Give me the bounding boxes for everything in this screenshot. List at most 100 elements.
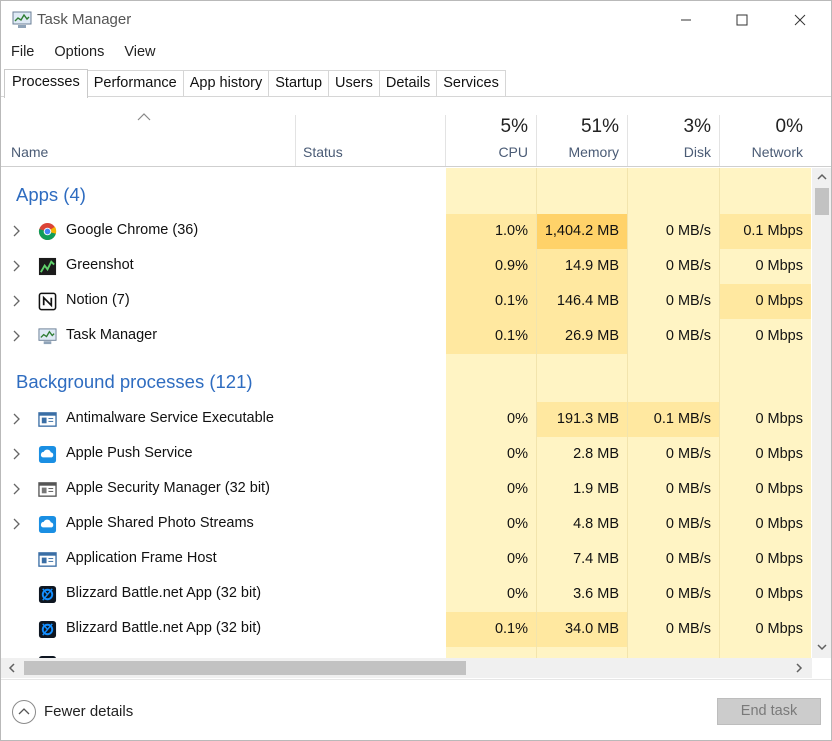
header-network-label: Network — [751, 144, 803, 160]
vertical-scroll-thumb[interactable] — [815, 188, 829, 215]
horizontal-scrollbar[interactable] — [1, 658, 812, 678]
greenshot-icon — [38, 257, 57, 276]
chevron-right-icon[interactable] — [12, 413, 20, 425]
memory-value: 1.9 MB — [573, 481, 619, 497]
memory-value: 146.4 MB — [537, 284, 627, 319]
header-cpu[interactable]: 5% CPU — [446, 97, 536, 166]
horizontal-scroll-thumb[interactable] — [24, 661, 466, 675]
tab-details[interactable]: Details — [379, 70, 438, 97]
cpu-value: 1.0% — [446, 214, 536, 249]
cpu-value: 0.1% — [446, 284, 536, 319]
header-status[interactable]: Status — [303, 144, 343, 160]
network-value: 0 Mbps — [755, 258, 803, 274]
table-row[interactable]: Notion (7) 0.1% 146.4 MB 0 MB/s 0 Mbps — [1, 284, 811, 319]
disk-value: 0 MB/s — [665, 586, 711, 602]
task-manager-icon — [38, 328, 57, 345]
fewer-details-link[interactable]: Fewer details — [44, 703, 133, 720]
fewer-details-icon[interactable] — [12, 700, 36, 724]
battlenet-icon — [38, 620, 57, 639]
group-apps[interactable]: Apps (4) — [16, 184, 86, 206]
chevron-right-icon[interactable] — [12, 295, 20, 307]
process-name: Task Manager — [66, 327, 158, 343]
chevron-right-icon[interactable] — [12, 260, 20, 272]
vertical-scrollbar[interactable] — [812, 168, 831, 658]
minimize-icon — [681, 19, 691, 21]
menu-file[interactable]: File — [1, 41, 44, 63]
scroll-down-icon[interactable] — [817, 644, 827, 651]
table-row[interactable]: Greenshot 0.9% 14.9 MB 0 MB/s 0 Mbps — [1, 249, 811, 284]
cpu-value: 0.1% — [446, 612, 536, 647]
disk-total-percent: 3% — [683, 116, 711, 137]
cpu-value: 0% — [507, 446, 528, 462]
disk-value: 0 MB/s — [665, 481, 711, 497]
window-app-icon — [38, 552, 57, 567]
cpu-value: 0.9% — [446, 249, 536, 284]
window-title: Task Manager — [37, 11, 132, 28]
menu-options[interactable]: Options — [44, 41, 114, 63]
table-row[interactable]: Google Chrome (36) 1.0% 1,404.2 MB 0 MB/… — [1, 214, 811, 249]
header-disk[interactable]: 3% Disk — [628, 97, 719, 166]
header-name[interactable]: Name — [11, 144, 48, 160]
title-bar: Task Manager — [1, 1, 831, 39]
table-row[interactable]: Application Frame Host 0% 7.4 MB 0 MB/s … — [1, 542, 811, 577]
apple-service-icon — [38, 445, 57, 464]
chevron-right-icon[interactable] — [12, 225, 20, 237]
chevron-right-icon[interactable] — [12, 483, 20, 495]
header-memory[interactable]: 51% Memory — [537, 97, 627, 166]
disk-value: 0 MB/s — [665, 258, 711, 274]
maximize-icon — [736, 14, 748, 26]
network-value: 0 Mbps — [755, 586, 803, 602]
minimize-button[interactable] — [663, 1, 709, 39]
table-row[interactable]: Antimalware Service Executable 0% 191.3 … — [1, 402, 811, 437]
table-row[interactable]: Apple Shared Photo Streams 0% 4.8 MB 0 M… — [1, 507, 811, 542]
table-row[interactable] — [1, 647, 811, 658]
tab-services[interactable]: Services — [437, 70, 506, 97]
disk-value: 0 MB/s — [665, 293, 711, 309]
process-name: Apple Shared Photo Streams — [66, 515, 254, 531]
tab-users[interactable]: Users — [329, 70, 380, 97]
table-row[interactable]: Task Manager 0.1% 26.9 MB 0 MB/s 0 Mbps — [1, 319, 811, 354]
menu-view[interactable]: View — [114, 41, 165, 63]
scroll-right-icon[interactable] — [796, 663, 803, 673]
tab-startup[interactable]: Startup — [269, 70, 330, 97]
scroll-left-icon[interactable] — [8, 663, 15, 673]
header-network[interactable]: 0% Network — [720, 97, 811, 166]
tab-app-history[interactable]: App history — [183, 70, 270, 97]
network-value: 0 Mbps — [755, 621, 803, 637]
process-name: Blizzard Battle.net App (32 bit) — [66, 620, 262, 636]
disk-value: 0 MB/s — [665, 328, 711, 344]
chevron-right-icon[interactable] — [12, 518, 20, 530]
table-row[interactable]: Apple Push Service 0% 2.8 MB 0 MB/s 0 Mb… — [1, 437, 811, 472]
table-row[interactable]: Blizzard Battle.net App (32 bit) 0% 3.6 … — [1, 577, 811, 612]
end-task-button[interactable]: End task — [717, 698, 821, 725]
chevron-right-icon[interactable] — [12, 330, 20, 342]
memory-value: 191.3 MB — [537, 402, 627, 437]
disk-value: 0 MB/s — [665, 516, 711, 532]
table-row[interactable]: Apple Security Manager (32 bit) 0% 1.9 M… — [1, 472, 811, 507]
memory-value: 1,404.2 MB — [537, 214, 627, 249]
chevron-right-icon[interactable] — [12, 448, 20, 460]
header-memory-label: Memory — [568, 144, 619, 160]
close-icon — [794, 14, 806, 26]
disk-value: 0 MB/s — [665, 551, 711, 567]
disk-value: 0 MB/s — [665, 621, 711, 637]
close-button[interactable] — [777, 1, 823, 39]
tab-processes[interactable]: Processes — [4, 69, 88, 98]
tab-performance[interactable]: Performance — [87, 70, 184, 97]
memory-total-percent: 51% — [580, 116, 619, 137]
group-background[interactable]: Background processes (121) — [16, 371, 253, 393]
memory-value: 7.4 MB — [573, 551, 619, 567]
process-name: Blizzard Battle.net App (32 bit) — [66, 585, 262, 601]
sort-ascending-icon — [137, 113, 151, 121]
header-disk-label: Disk — [683, 144, 711, 160]
cpu-value: 0% — [507, 411, 528, 427]
maximize-button[interactable] — [719, 1, 765, 39]
chevron-up-icon — [18, 708, 30, 715]
network-value: 0 Mbps — [755, 516, 803, 532]
process-list: Apps (4) Google Chrome (36) 1.0% 1,404.2… — [1, 168, 811, 658]
scroll-up-icon[interactable] — [817, 173, 827, 180]
cpu-value: 0% — [507, 481, 528, 497]
table-row[interactable]: Blizzard Battle.net App (32 bit) 0.1% 34… — [1, 612, 811, 647]
cpu-value: 0% — [507, 551, 528, 567]
process-name: Notion (7) — [66, 292, 130, 308]
